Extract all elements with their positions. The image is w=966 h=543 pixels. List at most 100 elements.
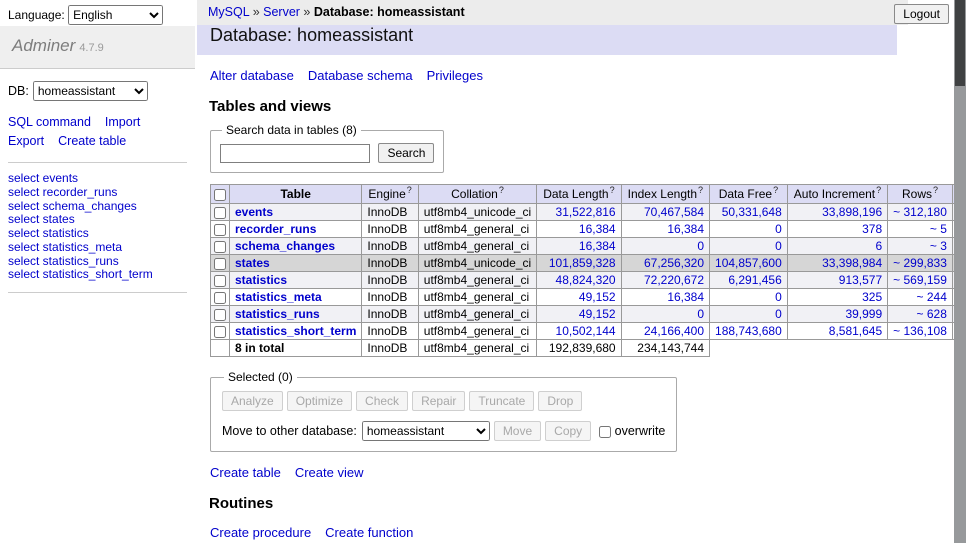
row-checkbox[interactable]	[214, 207, 226, 219]
data-free-link[interactable]: 0	[775, 307, 782, 321]
sidebar-select-statistics[interactable]: select statistics	[8, 227, 187, 241]
scrollbar-thumb[interactable]	[955, 0, 965, 86]
index-length-link[interactable]: 70,467,584	[644, 205, 704, 219]
help-icon[interactable]: ?	[876, 185, 881, 195]
rows-link[interactable]: ~ 299,833	[893, 256, 947, 270]
rows-link[interactable]: ~ 5	[930, 222, 947, 236]
create-procedure-link[interactable]: Create procedure	[210, 525, 311, 540]
rows-link[interactable]: ~ 3	[930, 239, 947, 253]
auto-increment-link[interactable]: 6	[875, 239, 882, 253]
index-length-link[interactable]: 72,220,672	[644, 273, 704, 287]
language-select[interactable]: English	[68, 5, 163, 25]
row-checkbox[interactable]	[214, 275, 226, 287]
check-button[interactable]: Check	[356, 391, 408, 411]
copy-button[interactable]: Copy	[545, 421, 591, 441]
auto-increment-link[interactable]: 8,581,645	[829, 324, 882, 338]
create-table-link[interactable]: Create table	[210, 465, 281, 480]
create-function-link[interactable]: Create function	[325, 525, 413, 540]
search-input[interactable]	[220, 144, 370, 163]
auto-increment-link[interactable]: 33,898,196	[822, 205, 882, 219]
help-icon[interactable]: ?	[698, 185, 703, 195]
row-checkbox[interactable]	[214, 241, 226, 253]
data-free-link[interactable]: 104,857,600	[715, 256, 782, 270]
alter-database-link[interactable]: Alter database	[210, 68, 294, 83]
row-checkbox[interactable]	[214, 309, 226, 321]
table-name-link[interactable]: statistics_meta	[235, 290, 322, 304]
data-free-link[interactable]: 188,743,680	[715, 324, 782, 338]
auto-increment-link[interactable]: 913,577	[839, 273, 882, 287]
data-length-link[interactable]: 16,384	[579, 239, 616, 253]
table-name-link[interactable]: statistics_short_term	[235, 324, 356, 338]
index-length-link[interactable]: 67,256,320	[644, 256, 704, 270]
index-length-link[interactable]: 0	[697, 239, 704, 253]
optimize-button[interactable]: Optimize	[287, 391, 352, 411]
rows-link[interactable]: ~ 136,108	[893, 324, 947, 338]
overwrite-label[interactable]: overwrite	[615, 424, 666, 438]
help-icon[interactable]: ?	[610, 185, 615, 195]
data-length-link[interactable]: 10,502,144	[556, 324, 616, 338]
privileges-link[interactable]: Privileges	[427, 68, 483, 83]
create-view-link[interactable]: Create view	[295, 465, 364, 480]
data-free-link[interactable]: 0	[775, 290, 782, 304]
help-icon[interactable]: ?	[407, 185, 412, 195]
auto-increment-link[interactable]: 33,398,984	[822, 256, 882, 270]
index-length-link[interactable]: 24,166,400	[644, 324, 704, 338]
data-free-link[interactable]: 6,291,456	[728, 273, 781, 287]
app-logo[interactable]: Adminer	[12, 36, 75, 55]
sidebar-select-statistics-short-term[interactable]: select statistics_short_term	[8, 268, 187, 282]
rows-link[interactable]: ~ 628	[917, 307, 947, 321]
vertical-scrollbar[interactable]	[954, 0, 966, 543]
sidebar-select-statistics-meta[interactable]: select statistics_meta	[8, 240, 187, 254]
logout-button[interactable]: Logout	[894, 4, 949, 24]
index-length-link[interactable]: 16,384	[667, 222, 704, 236]
data-length-link[interactable]: 101,859,328	[549, 256, 616, 270]
sidebar-select-states[interactable]: select states	[8, 213, 187, 227]
auto-increment-link[interactable]: 378	[862, 222, 882, 236]
sidebar-select-events[interactable]: select events	[8, 172, 187, 186]
auto-increment-link[interactable]: 325	[862, 290, 882, 304]
data-free-link[interactable]: 0	[775, 239, 782, 253]
data-length-link[interactable]: 48,824,320	[556, 273, 616, 287]
data-length-link[interactable]: 31,522,816	[556, 205, 616, 219]
move-db-select[interactable]: homeassistant	[362, 421, 490, 441]
table-name-link[interactable]: statistics	[235, 273, 287, 287]
row-checkbox[interactable]	[214, 326, 226, 338]
rows-link[interactable]: ~ 244	[917, 290, 947, 304]
data-length-link[interactable]: 49,152	[579, 307, 616, 321]
sidebar-select-statistics-runs[interactable]: select statistics_runs	[8, 254, 187, 268]
sidebar-select-schema-changes[interactable]: select schema_changes	[8, 199, 187, 213]
sidebar-link-sql-command[interactable]: SQL command	[8, 115, 91, 129]
truncate-button[interactable]: Truncate	[469, 391, 534, 411]
table-name-link[interactable]: states	[235, 256, 270, 270]
auto-increment-link[interactable]: 39,999	[845, 307, 882, 321]
table-name-link[interactable]: schema_changes	[235, 239, 335, 253]
help-icon[interactable]: ?	[933, 185, 938, 195]
sidebar-select-recorder-runs[interactable]: select recorder_runs	[8, 185, 187, 199]
help-icon[interactable]: ?	[773, 185, 778, 195]
row-checkbox[interactable]	[214, 224, 226, 236]
search-button[interactable]: Search	[378, 143, 434, 163]
sidebar-link-export[interactable]: Export	[8, 134, 44, 148]
repair-button[interactable]: Repair	[412, 391, 465, 411]
help-icon[interactable]: ?	[499, 185, 504, 195]
sidebar-link-import[interactable]: Import	[105, 115, 140, 129]
rows-link[interactable]: ~ 312,180	[893, 205, 947, 219]
index-length-link[interactable]: 0	[697, 307, 704, 321]
breadcrumb-link-server[interactable]: Server	[263, 5, 300, 19]
select-all-checkbox[interactable]	[214, 189, 226, 201]
data-free-link[interactable]: 0	[775, 222, 782, 236]
db-select[interactable]: homeassistant	[33, 81, 148, 101]
analyze-button[interactable]: Analyze	[222, 391, 283, 411]
move-button[interactable]: Move	[494, 421, 541, 441]
table-name-link[interactable]: statistics_runs	[235, 307, 320, 321]
database-schema-link[interactable]: Database schema	[308, 68, 413, 83]
data-length-link[interactable]: 16,384	[579, 222, 616, 236]
row-checkbox[interactable]	[214, 292, 226, 304]
sidebar-link-create-table[interactable]: Create table	[58, 134, 126, 148]
breadcrumb-link-mysql[interactable]: MySQL	[208, 5, 249, 19]
table-name-link[interactable]: events	[235, 205, 273, 219]
index-length-link[interactable]: 16,384	[667, 290, 704, 304]
table-name-link[interactable]: recorder_runs	[235, 222, 316, 236]
data-length-link[interactable]: 49,152	[579, 290, 616, 304]
data-free-link[interactable]: 50,331,648	[722, 205, 782, 219]
